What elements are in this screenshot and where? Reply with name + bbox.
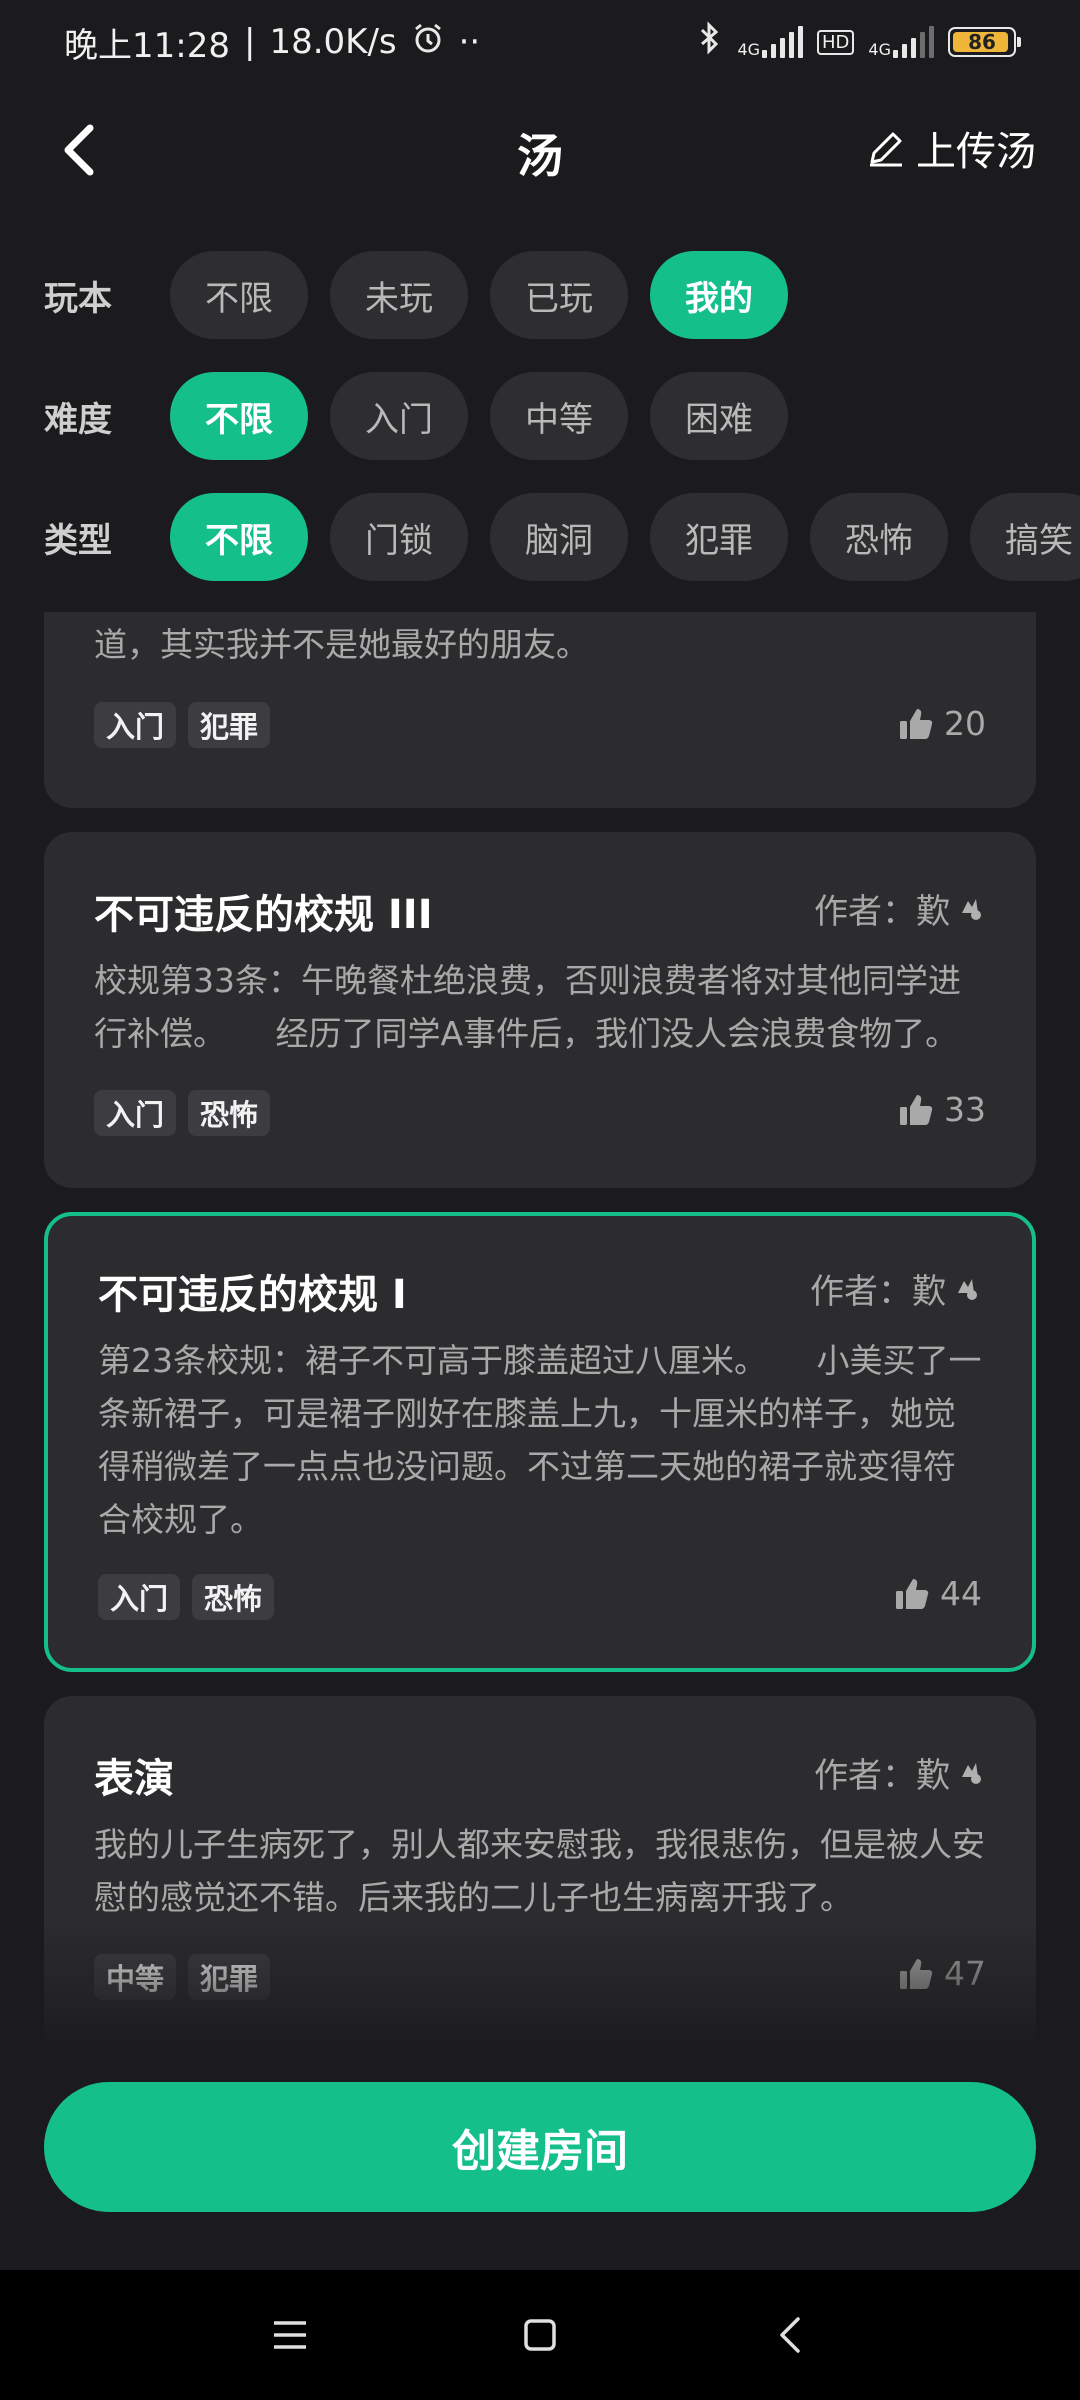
card-description: 道，其实我并不是她最好的朋友。 xyxy=(94,625,589,664)
pencil-icon xyxy=(870,132,902,167)
chip-type-lock[interactable]: 门锁 xyxy=(330,493,468,581)
chip-type-any[interactable]: 不限 xyxy=(170,493,308,581)
thumbs-up-icon xyxy=(896,1578,929,1609)
status-separator: | xyxy=(243,22,256,62)
status-bar: 晚上11:28 | 18.0K/s ·· 4G HD 4G 86 xyxy=(0,0,1080,84)
chip-play-any[interactable]: 不限 xyxy=(170,251,308,339)
author-badge-icon xyxy=(958,1278,977,1300)
tag-difficulty: 入门 xyxy=(98,1574,181,1620)
chip-type-horror[interactable]: 恐怖 xyxy=(810,493,948,581)
thumbs-up-icon xyxy=(900,708,933,739)
chip-type-crime[interactable]: 犯罪 xyxy=(650,493,788,581)
card-author: 作者：歎 xyxy=(814,884,986,933)
filter-type-options[interactable]: 不限 门锁 脑洞 犯罪 恐怖 搞笑 xyxy=(170,493,1080,581)
tag-difficulty: 中等 xyxy=(94,1954,177,2000)
bluetooth-icon xyxy=(697,20,723,65)
filter-difficulty-options: 不限 入门 中等 困难 xyxy=(170,372,788,460)
upload-label: 上传汤 xyxy=(916,129,1036,175)
card-author: 作者：歎 xyxy=(810,1264,982,1313)
battery-icon: 86 xyxy=(948,27,1021,57)
tag-type: 犯罪 xyxy=(188,1954,271,2000)
like-count: 47 xyxy=(944,1954,986,1993)
tag-difficulty: 入门 xyxy=(94,702,177,748)
card-author: 作者：歎 xyxy=(814,1748,986,1797)
like-count: 33 xyxy=(944,1090,986,1129)
tag-type: 犯罪 xyxy=(188,702,271,748)
header: 汤 上传汤 xyxy=(0,90,1080,210)
card-title: 不可违反的校规 I xyxy=(98,1272,407,1318)
filter-type: 类型 不限 门锁 脑洞 犯罪 恐怖 搞笑 xyxy=(0,492,1080,582)
like-count: 20 xyxy=(944,704,986,743)
chip-play-played[interactable]: 已玩 xyxy=(490,251,628,339)
like-button[interactable]: 33 xyxy=(898,1090,986,1129)
chip-play-mine[interactable]: 我的 xyxy=(650,251,788,339)
status-dots: ·· xyxy=(458,22,481,62)
hd-badge: HD xyxy=(817,29,855,55)
card-tags: 入门 恐怖 xyxy=(94,1090,271,1136)
filter-type-label: 类型 xyxy=(44,520,112,561)
card-title: 表演 xyxy=(94,1756,174,1802)
author-name: 作者：歎 xyxy=(810,1272,946,1312)
tag-type: 恐怖 xyxy=(192,1574,275,1620)
tag-difficulty: 入门 xyxy=(94,1090,177,1136)
card-description: 我的儿子生病死了，别人都来安慰我，我很悲伤，但是被人安慰的感觉还不错。后来我的二… xyxy=(94,1825,985,1917)
filter-play-label: 玩本 xyxy=(44,278,112,319)
filter-difficulty-label: 难度 xyxy=(44,399,112,440)
home-button[interactable] xyxy=(510,2305,570,2365)
thumbs-up-icon xyxy=(900,1958,933,1989)
status-left: 晚上11:28 | 18.0K/s ·· xyxy=(64,18,480,67)
chip-type-brainhole[interactable]: 脑洞 xyxy=(490,493,628,581)
filter-difficulty: 难度 不限 入门 中等 困难 xyxy=(0,371,1080,461)
author-name: 作者：歎 xyxy=(814,892,950,932)
chip-type-funny[interactable]: 搞笑 xyxy=(970,493,1080,581)
tag-type: 恐怖 xyxy=(188,1090,271,1136)
back-icon xyxy=(780,2317,800,2353)
signal-icon: 4G xyxy=(737,26,804,58)
status-right: 4G HD 4G 86 xyxy=(697,20,1021,65)
system-back-button[interactable] xyxy=(760,2305,820,2365)
card-tags: 入门 犯罪 xyxy=(94,702,271,748)
filter-play-options: 不限 未玩 已玩 我的 xyxy=(170,251,788,339)
thumbs-up-icon xyxy=(900,1094,933,1125)
soup-list[interactable]: 道，其实我并不是她最好的朋友。 入门 犯罪 20 不可违反的校规 III 作者：… xyxy=(0,612,1080,2040)
filter-play: 玩本 不限 未玩 已玩 我的 xyxy=(0,250,1080,340)
system-nav-bar xyxy=(0,2270,1080,2400)
like-button[interactable]: 47 xyxy=(898,1954,986,1993)
network-speed: 18.0K/s xyxy=(269,22,397,62)
menu-button[interactable] xyxy=(260,2305,320,2365)
home-icon xyxy=(524,2319,556,2351)
like-button[interactable]: 20 xyxy=(898,704,986,743)
author-name: 作者：歎 xyxy=(814,1756,950,1796)
create-room-button[interactable]: 创建房间 xyxy=(44,2082,1036,2212)
soup-card[interactable]: 不可违反的校规 III 作者：歎 校规第33条：午晚餐杜绝浪费，否则浪费者将对其… xyxy=(44,832,1036,1188)
signal-icon-2: 4G xyxy=(868,26,934,58)
menu-icon xyxy=(274,2321,306,2349)
soup-card[interactable]: 道，其实我并不是她最好的朋友。 入门 犯罪 20 xyxy=(44,612,1036,808)
card-tags: 中等 犯罪 xyxy=(94,1954,271,2000)
soup-card-selected[interactable]: 不可违反的校规 I 作者：歎 第23条校规：裙子不可高于膝盖超过八厘米。 小美买… xyxy=(44,1212,1036,1672)
card-tags: 入门 恐怖 xyxy=(98,1574,275,1620)
alarm-icon xyxy=(411,21,445,64)
chip-difficulty-beginner[interactable]: 入门 xyxy=(330,372,468,460)
card-description: 第23条校规：裙子不可高于膝盖超过八厘米。 小美买了一条新裙子，可是裙子刚好在膝… xyxy=(98,1341,982,1539)
author-badge-icon xyxy=(962,898,981,920)
soup-card[interactable]: 表演 作者：歎 我的儿子生病死了，别人都来安慰我，我很悲伤，但是被人安慰的感觉还… xyxy=(44,1696,1036,2040)
status-time: 晚上11:28 xyxy=(64,25,230,66)
upload-button[interactable]: 上传汤 xyxy=(866,120,1036,176)
like-button[interactable]: 44 xyxy=(894,1574,982,1613)
chip-difficulty-any[interactable]: 不限 xyxy=(170,372,308,460)
card-description: 校规第33条：午晚餐杜绝浪费，否则浪费者将对其他同学进行补偿。 经历了同学A事件… xyxy=(94,961,961,1053)
chip-difficulty-hard[interactable]: 困难 xyxy=(650,372,788,460)
author-badge-icon xyxy=(962,1762,981,1784)
chip-play-unplayed[interactable]: 未玩 xyxy=(330,251,468,339)
like-count: 44 xyxy=(940,1574,982,1613)
chip-difficulty-medium[interactable]: 中等 xyxy=(490,372,628,460)
card-title: 不可违反的校规 III xyxy=(94,892,433,938)
